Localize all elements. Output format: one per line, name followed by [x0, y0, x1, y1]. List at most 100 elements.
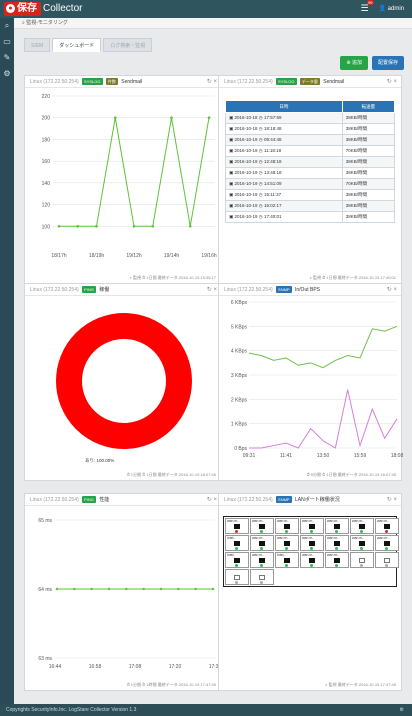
port-icon — [384, 558, 390, 563]
table-cell-datetime: ▣ 2016-10-18 ◷ 18:18:48 — [225, 123, 343, 135]
main-content: ⌕ 監視-モニタリング SIEM ダッシュボード ログ検索・監視 ⊕ 追加 配置… — [14, 18, 412, 704]
tab-log-search[interactable]: ログ検索・監視 — [103, 38, 153, 52]
add-button-label: 追加 — [351, 60, 362, 66]
lan-port-cell[interactable]: wan m.. — [325, 535, 349, 551]
lan-port-grid: wan m.. wan m.. wan m.. wan m.. wan m.. wan m… — [223, 516, 399, 587]
close-icon[interactable]: × — [393, 497, 397, 503]
footer-a: 監視 — [313, 275, 322, 280]
table-cell-datetime: ▣ 2016-10-19 ◷ 17:40:01 — [225, 211, 343, 223]
lan-port-cell[interactable]: wan m.. — [325, 518, 349, 534]
footer-a: 監視 — [328, 682, 337, 687]
refresh-icon[interactable]: ↻ — [207, 497, 212, 503]
panel-tag: SNMP — [276, 286, 292, 294]
lan-port-cell[interactable] — [250, 569, 274, 585]
data-point — [76, 224, 80, 228]
panel-footer: ⌕ 監視 ⏱ 1日間 最終データ:2016-10-19 15:35:17 — [129, 275, 216, 280]
footer-b: 1日間 — [326, 472, 337, 477]
lan-port-cell[interactable]: wan m.. — [350, 535, 374, 551]
status-dot — [285, 547, 288, 550]
tab-dashboard[interactable]: ダッシュボード — [52, 38, 102, 52]
close-icon[interactable]: × — [213, 497, 217, 503]
panel-host: Linux (172.22.50.254) — [224, 79, 273, 85]
lan-port-cell[interactable]: wan m.. — [325, 552, 349, 568]
lan-port-cell[interactable]: wan m.. — [375, 518, 399, 534]
refresh-icon[interactable]: ↻ — [207, 287, 212, 293]
save-layout-button[interactable]: 配置保存 — [371, 56, 404, 70]
wrench-icon[interactable]: ✎ — [0, 50, 14, 66]
lan-port-cell[interactable]: wan m.. — [225, 518, 249, 534]
panel-footer: ⌕ 監視 ⏱ 1日間 最終データ:2016-10-19 17:40:01 — [309, 275, 396, 280]
footer-a: 5分間 — [310, 472, 322, 477]
search-icon[interactable]: ⌕ — [0, 18, 14, 34]
lan-port-cell[interactable]: wan m.. — [350, 518, 374, 534]
table-cell-datetime: ▣ 2016-10-19 ◷ 16:02:17 — [225, 200, 343, 212]
data-point — [159, 587, 163, 591]
table-cell-datetime: ▣ 2016-10-19 ◷ 12:48:18 — [225, 156, 343, 168]
notification-icon[interactable]: ☰ 99 — [360, 0, 374, 14]
settings-icon[interactable]: ⚙ — [0, 66, 14, 82]
table-cell-datetime: ▣ 2016-10-18 ◷ 17:57:59 — [225, 112, 343, 124]
lan-port-cell[interactable]: intel.. — [225, 535, 249, 551]
gear-icon[interactable]: ⚙ — [400, 704, 404, 716]
add-button[interactable]: ⊕ 追加 — [340, 56, 368, 70]
table-header-datetime: 日時 — [225, 100, 343, 113]
lan-port-cell[interactable]: wan m.. — [250, 535, 274, 551]
logo[interactable]: ● 保存 Collector — [4, 1, 82, 16]
refresh-icon[interactable]: ↻ — [387, 497, 392, 503]
y-tick-label: 4 KBps — [231, 349, 248, 355]
table-row: ▣ 2016-10-19 ◷ 15:11:37 38KB/時間 — [225, 189, 396, 201]
footer-b: 1時間 — [146, 682, 157, 687]
footer-a: 1分間 — [130, 682, 142, 687]
lan-port-cell[interactable]: wan m.. — [300, 535, 324, 551]
lan-port-cell[interactable] — [350, 552, 374, 568]
table-cell-datetime: ▣ 2016-10-19 ◷ 14:51:09 — [225, 178, 343, 190]
data-point — [55, 587, 59, 591]
logo-badge: ● 保存 — [4, 1, 41, 16]
sidebar: ⌕ ▭ ✎ ⚙ — [0, 18, 14, 704]
refresh-icon[interactable]: ↻ — [387, 287, 392, 293]
panel-title: Sendmail — [121, 79, 143, 85]
monitor-icon[interactable]: ▭ — [0, 34, 14, 50]
refresh-icon[interactable]: ↻ — [207, 79, 212, 85]
lan-port-cell[interactable] — [225, 569, 249, 585]
sendmail-count-chart: 100 120 140 160 180 200 220 18/17h 18/19h 19/12h 1… — [42, 94, 217, 259]
lan-port-cell[interactable]: wan m.. — [300, 552, 324, 568]
lan-port-cell[interactable]: intel.. — [275, 552, 299, 568]
close-icon[interactable]: × — [393, 287, 397, 293]
table-row: ▣ 2016-10-19 ◷ 11:18:18 70KB/時間 — [225, 145, 396, 157]
tab-siem[interactable]: SIEM — [24, 38, 51, 52]
lan-port-cell[interactable]: wan m.. — [250, 552, 274, 568]
data-point — [73, 587, 76, 591]
panel-host: Linux (172.22.50.254) — [30, 497, 79, 503]
table-cell-volume: 38KB/時間 — [341, 112, 396, 124]
lan-port-cell[interactable]: wan m.. — [300, 518, 324, 534]
data-point — [107, 587, 111, 591]
lan-port-cell[interactable]: wan m.. — [250, 518, 274, 534]
lan-port-cell[interactable]: wan m.. — [275, 518, 299, 534]
data-point — [142, 587, 145, 591]
port-icon — [334, 558, 340, 563]
x-tick-label: 18:08 — [391, 453, 403, 459]
lan-port-label: wan m.. — [252, 519, 265, 523]
lan-port-cell[interactable]: wan m.. — [275, 535, 299, 551]
refresh-icon[interactable]: ↻ — [387, 79, 392, 85]
user-menu[interactable]: 👤 admin — [379, 5, 404, 12]
port-icon — [284, 558, 290, 563]
close-icon[interactable]: × — [213, 287, 217, 293]
lan-port-label: wan m.. — [252, 553, 265, 557]
y-tick-label: 5 KBps — [231, 324, 248, 330]
lan-port-cell[interactable] — [375, 552, 399, 568]
table-cell-volume: 38KB/時間 — [341, 134, 396, 146]
status-dot — [335, 564, 338, 567]
panel-header: Linux (172.22.50.254) SYSLOG データ量 Sendma… — [219, 76, 401, 88]
lan-port-label: wan m.. — [327, 553, 340, 557]
data-point — [57, 224, 61, 228]
data-point — [170, 116, 173, 120]
lan-port-cell[interactable]: intel.. — [225, 552, 249, 568]
table-row: ▣ 2016-10-19 ◷ 14:51:09 70KB/時間 — [225, 178, 396, 190]
panel-lan-ports: Linux (172.22.50.254) SNMP LANポート稼働状況 ↻ … — [218, 493, 402, 691]
close-icon[interactable]: × — [393, 79, 397, 85]
lan-port-cell[interactable]: wan m.. — [375, 535, 399, 551]
close-icon[interactable]: × — [213, 79, 217, 85]
port-icon — [284, 541, 290, 546]
